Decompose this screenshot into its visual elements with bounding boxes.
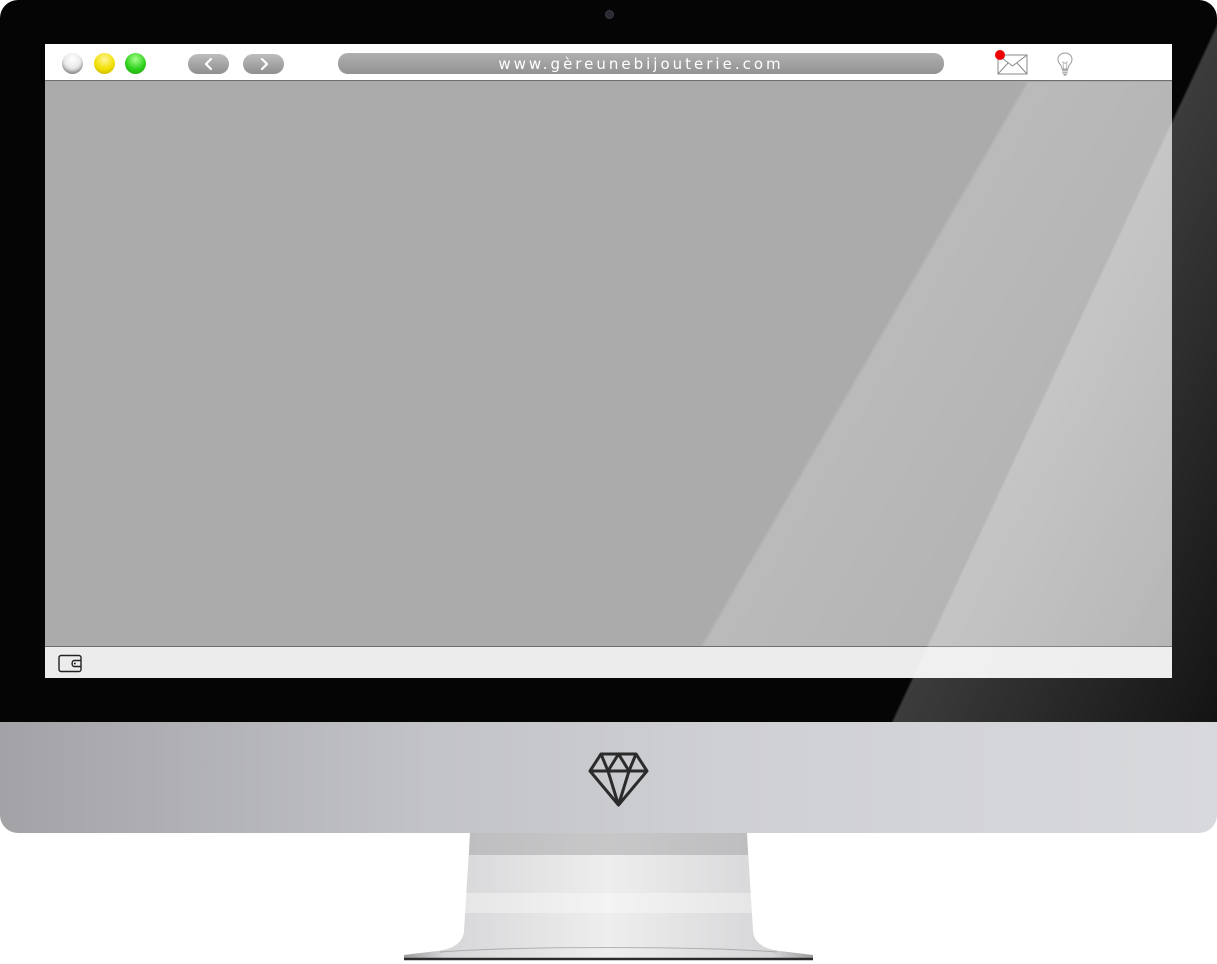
notification-dot	[995, 50, 1005, 60]
chevron-left-icon	[204, 58, 212, 70]
url-text: www.gèreunebijouterie.com	[498, 54, 784, 73]
address-bar[interactable]: www.gèreunebijouterie.com	[338, 53, 944, 74]
screen-glare	[45, 82, 1172, 646]
browser-toolbar: www.gèreunebijouterie.com	[45, 44, 1172, 81]
mail-button[interactable]	[995, 50, 1029, 76]
wallet-icon	[58, 654, 82, 673]
idea-button[interactable]	[1056, 51, 1074, 77]
close-button[interactable]	[62, 53, 83, 74]
back-button[interactable]	[188, 54, 229, 74]
forward-button[interactable]	[243, 54, 284, 74]
status-bar	[45, 646, 1172, 678]
maximize-button[interactable]	[125, 53, 146, 74]
page-content-area[interactable]	[45, 82, 1172, 646]
minimize-button[interactable]	[94, 53, 115, 74]
monitor-stand	[404, 833, 813, 961]
chevron-right-icon	[260, 58, 268, 70]
monitor-screen: www.gèreunebijouterie.com	[45, 44, 1172, 678]
lightbulb-icon	[1057, 52, 1073, 76]
webcam	[605, 10, 614, 19]
monitor-bezel: www.gèreunebijouterie.com	[0, 0, 1217, 722]
diamond-icon	[588, 752, 649, 807]
wallet-button[interactable]	[58, 654, 83, 673]
